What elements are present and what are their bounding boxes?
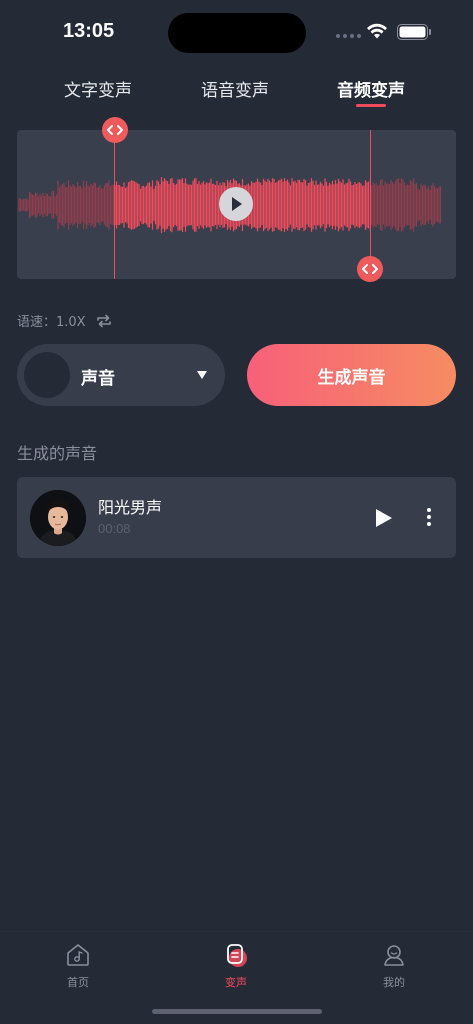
battery-icon bbox=[397, 24, 431, 40]
nav-item-voice-change[interactable]: 变声 bbox=[206, 942, 266, 992]
wifi-icon bbox=[367, 23, 387, 39]
voice-selector-label: 声音 bbox=[81, 369, 115, 389]
nav-label-voice-change: 变声 bbox=[225, 976, 247, 989]
status-time: 13:05 bbox=[63, 20, 115, 42]
caret-down-icon bbox=[197, 371, 207, 379]
dynamic-island bbox=[168, 13, 306, 53]
tab-bar: 文字变声 语音变声 音频变声 bbox=[0, 76, 473, 112]
nav-item-home[interactable]: 首页 bbox=[48, 942, 108, 992]
generate-voice-button[interactable]: 生成声音 bbox=[247, 344, 456, 406]
trim-end-handle[interactable] bbox=[357, 256, 383, 282]
speed-row[interactable]: 语速：1.0X bbox=[17, 311, 112, 330]
voice-selector[interactable]: 声音 bbox=[17, 344, 225, 406]
young-man-portrait-icon bbox=[30, 490, 86, 546]
list-item[interactable]: 阳光男声 00:08 bbox=[17, 477, 456, 558]
voice-name: 阳光男声 bbox=[98, 498, 163, 517]
music-home-icon bbox=[67, 944, 89, 966]
profile-icon bbox=[384, 945, 404, 966]
section-title: 生成的声音 bbox=[17, 444, 98, 463]
trim-start-handle[interactable] bbox=[102, 117, 128, 143]
nav-label-profile: 我的 bbox=[383, 976, 405, 989]
voice-change-icon bbox=[227, 944, 247, 967]
play-icon[interactable] bbox=[374, 507, 394, 529]
home-indicator bbox=[152, 1009, 322, 1014]
tab-audio-voice-change[interactable]: 音频变声 bbox=[337, 76, 405, 101]
waveform-play-button[interactable] bbox=[219, 187, 253, 221]
nav-label-home: 首页 bbox=[67, 976, 89, 989]
repeat-icon[interactable] bbox=[96, 314, 112, 328]
tab-text-voice-change[interactable]: 文字变声 bbox=[64, 76, 132, 101]
voice-duration: 00:08 bbox=[98, 521, 131, 536]
status-bar: 13:05 bbox=[0, 0, 473, 64]
avatar bbox=[30, 490, 86, 546]
play-icon bbox=[232, 197, 242, 211]
nav-item-profile[interactable]: 我的 bbox=[364, 942, 424, 992]
more-options-icon[interactable] bbox=[421, 505, 437, 529]
left-right-arrows-icon bbox=[362, 264, 378, 274]
left-right-arrows-icon bbox=[107, 125, 123, 135]
selection-start-line bbox=[114, 130, 115, 279]
voice-avatar-placeholder bbox=[24, 352, 70, 398]
speed-label: 语速：1.0X bbox=[17, 315, 86, 330]
signal-icon bbox=[336, 34, 361, 38]
tab-speech-voice-change[interactable]: 语音变声 bbox=[201, 76, 269, 101]
tab-active-indicator bbox=[356, 104, 386, 107]
